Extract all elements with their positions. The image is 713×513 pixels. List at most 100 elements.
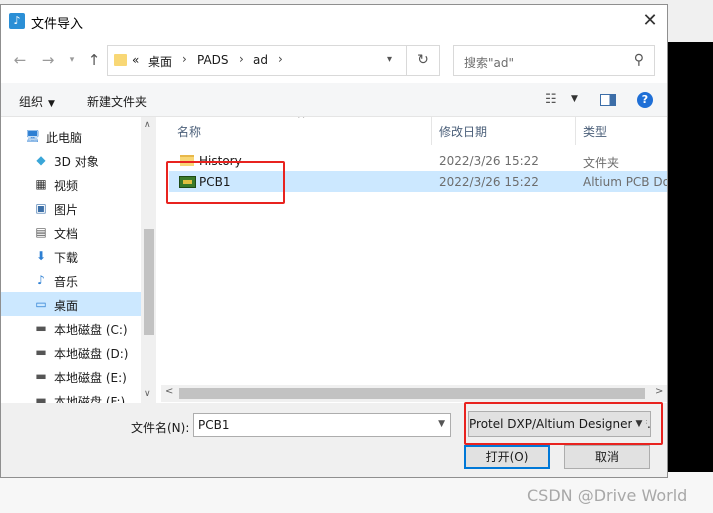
filename-input[interactable]: PCB1 ▼ bbox=[193, 413, 451, 437]
title-bar: ♪ 文件导入 ✕ bbox=[1, 5, 667, 37]
drive-icon: ▬ bbox=[35, 369, 47, 383]
forward-button[interactable]: → bbox=[37, 49, 59, 71]
cube-icon: ◆ bbox=[36, 153, 46, 167]
filename-value: PCB1 bbox=[198, 418, 230, 432]
column-divider[interactable] bbox=[575, 117, 576, 145]
music-icon: ♪ bbox=[37, 273, 45, 287]
file-type-select[interactable]: Protel DXP/Altium Designer (*.pcbdoc) ▼ bbox=[468, 411, 651, 437]
nav-item-this-pc[interactable]: 🖥 此电脑 bbox=[1, 124, 141, 148]
file-name: PCB1 bbox=[199, 175, 231, 189]
scroll-left-icon[interactable]: < bbox=[165, 386, 173, 397]
drive-icon: ▬ bbox=[35, 345, 47, 359]
bottom-panel: 文件名(N): PCB1 ▼ Protel DXP/Altium Designe… bbox=[1, 403, 667, 477]
view-options-icon[interactable]: ☷ bbox=[545, 92, 557, 107]
horizontal-scrollbar-thumb[interactable] bbox=[179, 388, 645, 399]
file-type: Altium PCB Document bbox=[583, 175, 667, 189]
breadcrumb-overflow[interactable]: « bbox=[132, 53, 139, 67]
nav-item-3d-objects[interactable]: ◆ 3D 对象 bbox=[1, 148, 141, 172]
nav-item-drive-d[interactable]: ▬ 本地磁盘 (D:) bbox=[1, 340, 141, 364]
cancel-button[interactable]: 取消 bbox=[564, 445, 650, 469]
watermark: CSDN @Drive World bbox=[527, 486, 688, 505]
breadcrumb-pads[interactable]: PADS bbox=[197, 53, 229, 67]
nav-item-label: 桌面 bbox=[54, 299, 79, 313]
address-history-chevron-icon[interactable]: ▾ bbox=[387, 54, 392, 65]
nav-item-music[interactable]: ♪ 音乐 bbox=[1, 268, 141, 292]
nav-item-label: 本地磁盘 (D:) bbox=[54, 347, 129, 361]
recent-locations-button[interactable]: ▾ bbox=[61, 49, 83, 71]
file-name: History bbox=[199, 154, 242, 168]
nav-item-label: 3D 对象 bbox=[54, 155, 99, 169]
chevron-right-icon[interactable]: › bbox=[278, 52, 283, 66]
file-list: ^ 名称 修改日期 类型 History 2022/3/26 15:22 文件夹… bbox=[161, 117, 667, 403]
column-header-name[interactable]: 名称 bbox=[177, 123, 201, 140]
up-button[interactable]: ↑ bbox=[83, 49, 105, 71]
preview-pane-icon[interactable] bbox=[600, 94, 616, 106]
breadcrumb-ad[interactable]: ad bbox=[253, 53, 268, 67]
column-header-date[interactable]: 修改日期 bbox=[439, 123, 487, 140]
caret-down-icon[interactable]: ▼ bbox=[571, 94, 578, 104]
nav-item-documents[interactable]: ▤ 文档 bbox=[1, 220, 141, 244]
navigation-scrollbar-thumb[interactable] bbox=[144, 229, 154, 335]
chevron-down-icon[interactable]: ▼ bbox=[438, 419, 445, 429]
organize-label: 组织 bbox=[19, 95, 44, 109]
arrow-left-icon: ← bbox=[13, 51, 27, 69]
nav-item-label: 文档 bbox=[54, 227, 79, 241]
search-icon: ⚲ bbox=[633, 52, 644, 68]
new-folder-button[interactable]: 新建文件夹 bbox=[87, 93, 147, 110]
nav-item-videos[interactable]: ▦ 视频 bbox=[1, 172, 141, 196]
arrow-right-icon: → bbox=[41, 51, 55, 69]
desktop-icon: ▭ bbox=[35, 297, 47, 311]
nav-item-label: 本地磁盘 (F:) bbox=[54, 395, 126, 403]
drive-icon: ▬ bbox=[35, 321, 47, 335]
scroll-up-icon[interactable]: ∧ bbox=[144, 120, 151, 130]
caret-down-icon: ▼ bbox=[48, 99, 55, 109]
nav-item-drive-f[interactable]: ▬ 本地磁盘 (F:) bbox=[1, 388, 141, 403]
nav-item-label: 图片 bbox=[54, 203, 79, 217]
document-icon: ▤ bbox=[35, 225, 47, 239]
column-divider[interactable] bbox=[431, 117, 432, 145]
refresh-button[interactable]: ↻ bbox=[407, 45, 440, 76]
nav-item-drive-c[interactable]: ▬ 本地磁盘 (C:) bbox=[1, 316, 141, 340]
nav-item-pictures[interactable]: ▣ 图片 bbox=[1, 196, 141, 220]
scroll-down-icon[interactable]: ∨ bbox=[144, 389, 151, 399]
file-row-pcb1[interactable]: PCB1 2022/3/26 15:22 Altium PCB Document bbox=[169, 171, 667, 192]
nav-item-drive-e[interactable]: ▬ 本地磁盘 (E:) bbox=[1, 364, 141, 388]
nav-item-label: 视频 bbox=[54, 179, 79, 193]
window-title: 文件导入 bbox=[31, 17, 84, 32]
chevron-right-icon[interactable]: › bbox=[239, 52, 244, 66]
address-bar[interactable]: « 桌面 › PADS › ad › bbox=[107, 45, 407, 76]
chevron-down-icon: ▾ bbox=[69, 55, 75, 65]
back-button[interactable]: ← bbox=[9, 49, 31, 71]
nav-item-label: 本地磁盘 (C:) bbox=[54, 323, 128, 337]
pcb-file-icon bbox=[179, 176, 196, 188]
import-file-icon: ♪ bbox=[9, 13, 25, 29]
sort-ascending-icon: ^ bbox=[297, 117, 306, 125]
file-date: 2022/3/26 15:22 bbox=[439, 175, 539, 189]
close-button[interactable]: ✕ bbox=[633, 7, 667, 35]
file-row-history[interactable]: History 2022/3/26 15:22 文件夹 bbox=[169, 150, 667, 171]
refresh-icon: ↻ bbox=[417, 52, 429, 68]
scroll-right-icon[interactable]: > bbox=[655, 386, 663, 397]
command-bar: 组织 ▼ 新建文件夹 ☷ ▼ ? bbox=[1, 83, 667, 117]
arrow-up-icon: ↑ bbox=[87, 51, 101, 69]
help-icon[interactable]: ? bbox=[637, 92, 653, 108]
folder-icon bbox=[180, 155, 194, 166]
background-canvas bbox=[668, 42, 713, 472]
folder-icon bbox=[114, 54, 127, 66]
nav-item-label: 下载 bbox=[54, 251, 79, 265]
organize-menu[interactable]: 组织 ▼ bbox=[19, 93, 55, 110]
breadcrumb-desktop[interactable]: 桌面 bbox=[148, 53, 172, 70]
file-type-value: Protel DXP/Altium Designer (*.pcbdoc) bbox=[469, 417, 650, 431]
nav-item-desktop[interactable]: ▭ 桌面 bbox=[1, 292, 141, 316]
search-box[interactable]: 搜索"ad" ⚲ bbox=[453, 45, 655, 76]
chevron-right-icon[interactable]: › bbox=[182, 52, 187, 66]
file-date: 2022/3/26 15:22 bbox=[439, 154, 539, 168]
drive-icon: ▬ bbox=[35, 393, 47, 403]
nav-item-downloads[interactable]: ⬇ 下载 bbox=[1, 244, 141, 268]
nav-item-label: 此电脑 bbox=[46, 131, 83, 145]
navigation-pane: 🖥 此电脑 ◆ 3D 对象 ▦ 视频 ▣ 图片 ▤ 文档 ⬇ 下载 ♪ 音乐 ▭ bbox=[1, 117, 156, 403]
computer-icon: 🖥 bbox=[25, 129, 41, 143]
open-button[interactable]: 打开(O) bbox=[464, 445, 550, 469]
chevron-down-icon[interactable]: ▼ bbox=[632, 416, 646, 432]
column-header-type[interactable]: 类型 bbox=[583, 123, 607, 140]
